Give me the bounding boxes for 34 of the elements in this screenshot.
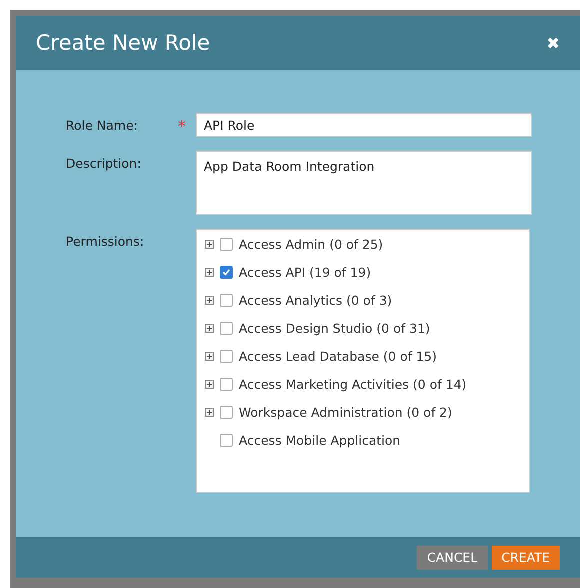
permission-label: Access Marketing Activities (0 of 14) [239,376,467,392]
check-icon [222,268,231,276]
permission-label: Access Admin (0 of 25) [239,236,384,252]
expand-icon[interactable] [205,352,214,360]
expand-icon[interactable] [205,240,214,248]
permission-label: Access Mobile Application [239,432,401,448]
field-label: Description: [66,155,142,173]
permission-label: Access Lead Database (0 of 15) [239,348,437,364]
create-button[interactable]: CREATE [492,546,560,570]
checkbox[interactable] [220,238,233,250]
checkbox[interactable] [220,294,233,306]
checkbox[interactable] [220,322,233,334]
permission-label: Workspace Administration (0 of 2) [239,404,452,420]
checkbox[interactable] [220,434,233,446]
permission-label: Access API (19 of 19) [239,264,372,280]
checkbox[interactable] [220,406,233,418]
dialog-title: Create New Role [36,31,210,55]
expand-icon[interactable] [205,408,214,416]
checkbox[interactable] [220,378,233,390]
field-label: Permissions: [66,233,146,251]
required-mark: * [178,116,187,137]
role-name-field[interactable]: API Role [196,113,532,137]
expand-icon[interactable] [205,324,214,332]
checkbox[interactable] [220,350,233,362]
cancel-button[interactable]: CANCEL [417,546,488,570]
close-button[interactable]: ✖ [546,34,560,52]
expand-icon[interactable] [205,296,214,304]
permission-label: Access Design Studio (0 of 31) [239,320,430,336]
permission-label: Access Analytics (0 of 3) [239,292,392,308]
expand-icon[interactable] [205,380,214,388]
description-field[interactable]: App Data Room Integration [196,151,532,215]
checkbox[interactable] [220,266,233,278]
expand-icon[interactable] [205,268,214,276]
field-label: Role Name: [66,117,139,135]
